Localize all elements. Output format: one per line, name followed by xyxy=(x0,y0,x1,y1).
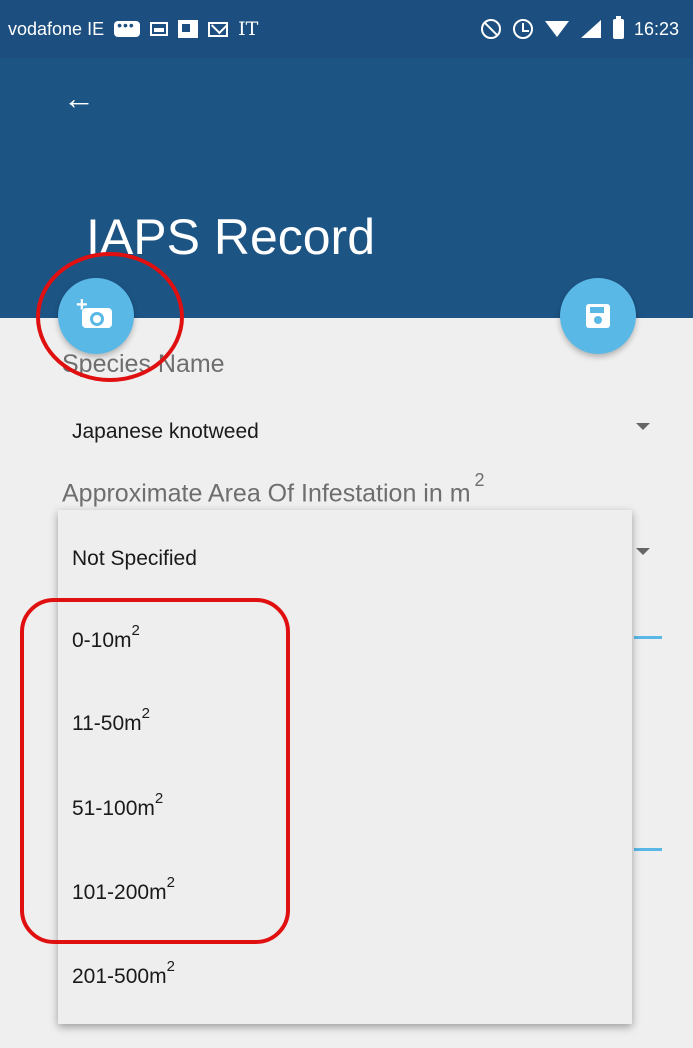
notification-icons: IT xyxy=(114,17,259,40)
wifi-icon xyxy=(544,21,569,37)
status-bar: vodafone IE IT 16:23 xyxy=(0,0,693,58)
area-label-text: Approximate Area Of Infestation in m xyxy=(62,479,471,508)
dropdown-option-not-specified[interactable]: Not Specified xyxy=(72,528,197,578)
signal-icon xyxy=(580,20,601,38)
save-icon xyxy=(586,304,610,328)
carrier-name: vodafone IE xyxy=(8,18,105,39)
alarm-icon xyxy=(512,19,533,39)
area-label-superscript: 2 xyxy=(474,470,485,490)
species-name-select[interactable]: Japanese knotweed xyxy=(72,412,656,452)
message-icon xyxy=(114,17,141,37)
chevron-down-icon xyxy=(636,548,650,555)
area-label: Approximate Area Of Infestation in m2 xyxy=(62,470,485,508)
flipboard-icon xyxy=(178,20,199,38)
do-not-disturb-icon xyxy=(480,19,501,39)
image-icon xyxy=(150,22,169,36)
mail-icon xyxy=(208,21,229,37)
clock: 16:23 xyxy=(633,18,679,39)
field-underline xyxy=(634,848,662,851)
annotation-circle xyxy=(36,252,184,382)
system-icons xyxy=(480,16,624,39)
arrow-back-icon[interactable]: ← xyxy=(54,76,104,120)
save-button[interactable] xyxy=(560,278,636,354)
field-underline xyxy=(634,636,662,639)
battery-icon xyxy=(612,16,624,39)
annotation-box xyxy=(20,598,290,944)
chevron-down-icon xyxy=(636,423,650,430)
irish-times-icon: IT xyxy=(238,18,259,40)
dropdown-option-201-500[interactable]: 201-500m2 xyxy=(72,946,175,996)
